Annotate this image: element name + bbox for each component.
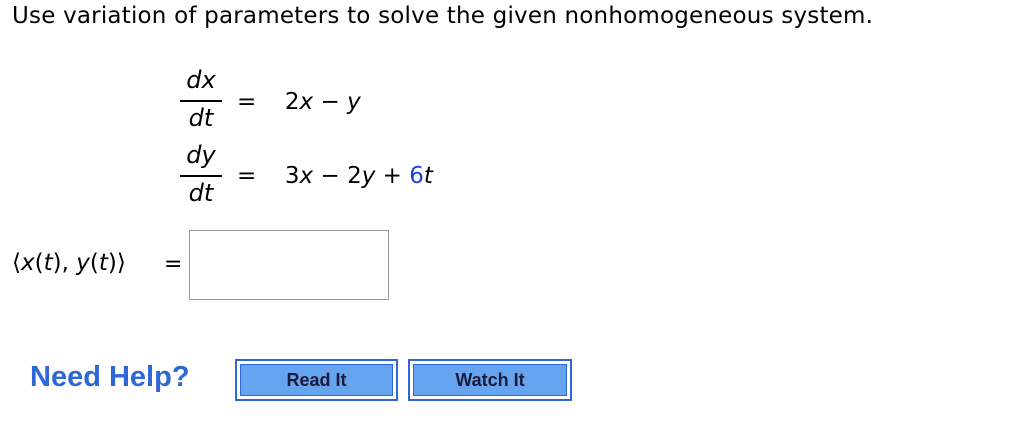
variable: t [98,250,108,276]
paren: ) [52,250,62,276]
paren: ( [34,250,44,276]
question-prompt: Use variation of parameters to solve the… [12,3,874,29]
coefficient: 2 [347,163,362,189]
equation-1-rhs: = 2x − y [237,89,361,115]
paren: ( [89,250,99,276]
watch-it-button[interactable]: Watch It [408,359,572,401]
fraction-denominator: dt [188,104,214,132]
equation-2-rhs: = 3x − 2y + 6t [237,163,433,189]
coefficient: 2 [284,89,300,115]
read-it-button-face[interactable]: Read It [240,364,393,396]
variable: x [299,163,314,189]
operator: − [313,163,348,189]
operator: + [375,163,410,189]
need-help-label: Need Help? [30,361,190,393]
variable: t [423,163,433,189]
variable: y [347,89,361,115]
variable: x [299,89,314,115]
equals-sign: = [237,89,257,115]
fraction-denominator: dt [188,179,214,207]
variable: t [43,250,53,276]
read-it-button[interactable]: Read It [235,359,398,401]
paren: ) [107,250,117,276]
highlighted-coefficient: 6 [409,163,424,189]
separator: , [61,250,77,276]
operator: − [313,89,348,115]
fraction-numerator: dy [186,141,216,169]
variable: y [76,250,90,276]
derivative-dy-dt: dy dt [178,141,224,209]
answer-input[interactable] [189,230,389,300]
equals-sign: = [164,252,183,277]
angle-bracket-close: ⟩ [116,250,126,276]
variable: y [361,163,376,189]
fraction-bar [180,100,222,102]
fraction-numerator: dx [186,66,216,94]
coefficient: 3 [284,163,300,189]
angle-bracket-open: ⟨ [12,250,21,276]
variable: x [20,250,35,276]
watch-it-label: Watch It [455,369,525,390]
derivative-dx-dt: dx dt [178,66,224,134]
equals-sign: = [237,163,257,189]
fraction-bar [180,175,222,177]
solution-tuple-label: ⟨x(t), y(t)⟩ [12,250,126,276]
watch-it-button-face[interactable]: Watch It [413,364,567,396]
read-it-label: Read It [286,369,347,390]
